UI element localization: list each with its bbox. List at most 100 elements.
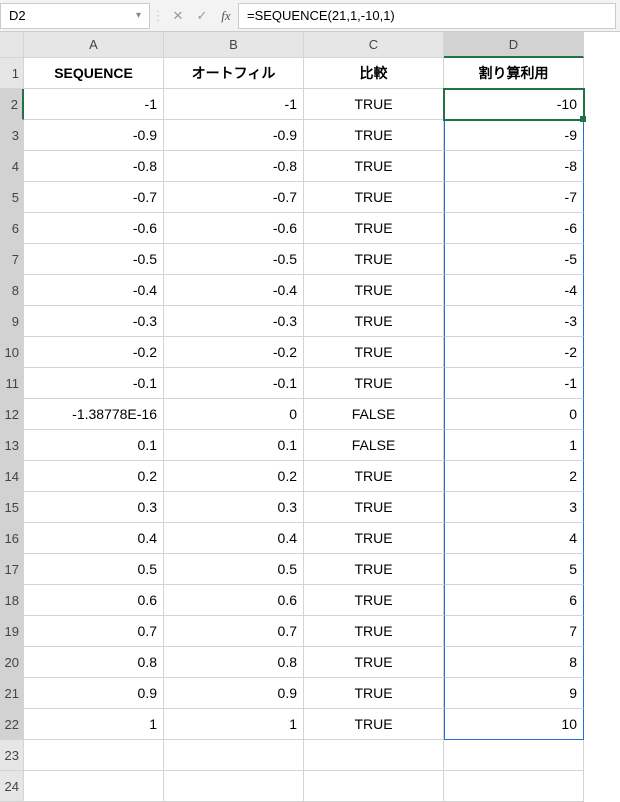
cell-A15[interactable]: 0.3: [24, 492, 164, 523]
cell-B22[interactable]: 1: [164, 709, 304, 740]
row-header-20[interactable]: 20: [0, 647, 24, 678]
row-header-12[interactable]: 12: [0, 399, 24, 430]
cell-D4[interactable]: -8: [444, 151, 584, 182]
cell-D19[interactable]: 7: [444, 616, 584, 647]
cell-B8[interactable]: -0.4: [164, 275, 304, 306]
cell-C15[interactable]: TRUE: [304, 492, 444, 523]
cell-B9[interactable]: -0.3: [164, 306, 304, 337]
cell-A21[interactable]: 0.9: [24, 678, 164, 709]
cell-D15[interactable]: 3: [444, 492, 584, 523]
confirm-button[interactable]: ✓: [190, 3, 214, 29]
cell-D12[interactable]: 0: [444, 399, 584, 430]
cell-D24[interactable]: [444, 771, 584, 802]
cell-A19[interactable]: 0.7: [24, 616, 164, 647]
cell-C24[interactable]: [304, 771, 444, 802]
cell-C8[interactable]: TRUE: [304, 275, 444, 306]
cell-B3[interactable]: -0.9: [164, 120, 304, 151]
spreadsheet-grid[interactable]: ABCD1SEQUENCEオートフィル比較割り算利用2-1-1TRUE-103-…: [0, 32, 620, 802]
fill-handle[interactable]: [580, 116, 586, 122]
cell-D17[interactable]: 5: [444, 554, 584, 585]
cell-D1[interactable]: 割り算利用: [444, 58, 584, 89]
cell-C21[interactable]: TRUE: [304, 678, 444, 709]
cell-B16[interactable]: 0.4: [164, 523, 304, 554]
cell-A2[interactable]: -1: [24, 89, 164, 120]
cell-C22[interactable]: TRUE: [304, 709, 444, 740]
cell-A20[interactable]: 0.8: [24, 647, 164, 678]
cell-C13[interactable]: FALSE: [304, 430, 444, 461]
cell-C19[interactable]: TRUE: [304, 616, 444, 647]
name-box-dropdown-icon[interactable]: ▾: [136, 10, 141, 21]
row-header-21[interactable]: 21: [0, 678, 24, 709]
cell-B1[interactable]: オートフィル: [164, 58, 304, 89]
cell-D13[interactable]: 1: [444, 430, 584, 461]
cell-B15[interactable]: 0.3: [164, 492, 304, 523]
cell-C10[interactable]: TRUE: [304, 337, 444, 368]
cell-C11[interactable]: TRUE: [304, 368, 444, 399]
cell-D22[interactable]: 10: [444, 709, 584, 740]
cell-B11[interactable]: -0.1: [164, 368, 304, 399]
cell-D10[interactable]: -2: [444, 337, 584, 368]
cell-C3[interactable]: TRUE: [304, 120, 444, 151]
cell-D7[interactable]: -5: [444, 244, 584, 275]
cell-B13[interactable]: 0.1: [164, 430, 304, 461]
cell-D16[interactable]: 4: [444, 523, 584, 554]
cell-D8[interactable]: -4: [444, 275, 584, 306]
cell-B12[interactable]: 0: [164, 399, 304, 430]
cell-A7[interactable]: -0.5: [24, 244, 164, 275]
cell-A4[interactable]: -0.8: [24, 151, 164, 182]
cell-C4[interactable]: TRUE: [304, 151, 444, 182]
cell-D9[interactable]: -3: [444, 306, 584, 337]
cell-D5[interactable]: -7: [444, 182, 584, 213]
cell-A5[interactable]: -0.7: [24, 182, 164, 213]
row-header-19[interactable]: 19: [0, 616, 24, 647]
column-header-B[interactable]: B: [164, 32, 304, 58]
cell-A6[interactable]: -0.6: [24, 213, 164, 244]
row-header-5[interactable]: 5: [0, 182, 24, 213]
cell-A11[interactable]: -0.1: [24, 368, 164, 399]
cell-B4[interactable]: -0.8: [164, 151, 304, 182]
column-header-D[interactable]: D: [444, 32, 584, 58]
cell-B20[interactable]: 0.8: [164, 647, 304, 678]
cell-B23[interactable]: [164, 740, 304, 771]
cell-B24[interactable]: [164, 771, 304, 802]
fx-button[interactable]: fx: [214, 3, 238, 29]
cell-B19[interactable]: 0.7: [164, 616, 304, 647]
cell-C17[interactable]: TRUE: [304, 554, 444, 585]
row-header-1[interactable]: 1: [0, 58, 24, 89]
cell-D6[interactable]: -6: [444, 213, 584, 244]
cell-C2[interactable]: TRUE: [304, 89, 444, 120]
cell-B6[interactable]: -0.6: [164, 213, 304, 244]
cell-D11[interactable]: -1: [444, 368, 584, 399]
formula-input[interactable]: =SEQUENCE(21,1,-10,1): [238, 3, 616, 29]
column-header-C[interactable]: C: [304, 32, 444, 58]
cell-C9[interactable]: TRUE: [304, 306, 444, 337]
cell-C1[interactable]: 比較: [304, 58, 444, 89]
cell-A12[interactable]: -1.38778E-16: [24, 399, 164, 430]
cell-D23[interactable]: [444, 740, 584, 771]
cell-A8[interactable]: -0.4: [24, 275, 164, 306]
cell-A3[interactable]: -0.9: [24, 120, 164, 151]
cell-B18[interactable]: 0.6: [164, 585, 304, 616]
row-header-7[interactable]: 7: [0, 244, 24, 275]
cell-B21[interactable]: 0.9: [164, 678, 304, 709]
cell-D3[interactable]: -9: [444, 120, 584, 151]
row-header-24[interactable]: 24: [0, 771, 24, 802]
cell-B14[interactable]: 0.2: [164, 461, 304, 492]
cell-B2[interactable]: -1: [164, 89, 304, 120]
row-header-18[interactable]: 18: [0, 585, 24, 616]
row-header-2[interactable]: 2: [0, 89, 24, 120]
cell-C6[interactable]: TRUE: [304, 213, 444, 244]
cell-C12[interactable]: FALSE: [304, 399, 444, 430]
cancel-button[interactable]: ✕: [166, 3, 190, 29]
cell-A22[interactable]: 1: [24, 709, 164, 740]
cell-A13[interactable]: 0.1: [24, 430, 164, 461]
cell-C16[interactable]: TRUE: [304, 523, 444, 554]
row-header-17[interactable]: 17: [0, 554, 24, 585]
cell-D2[interactable]: -10: [444, 89, 584, 120]
row-header-16[interactable]: 16: [0, 523, 24, 554]
cell-A16[interactable]: 0.4: [24, 523, 164, 554]
row-header-8[interactable]: 8: [0, 275, 24, 306]
row-header-11[interactable]: 11: [0, 368, 24, 399]
cell-A18[interactable]: 0.6: [24, 585, 164, 616]
cell-C18[interactable]: TRUE: [304, 585, 444, 616]
